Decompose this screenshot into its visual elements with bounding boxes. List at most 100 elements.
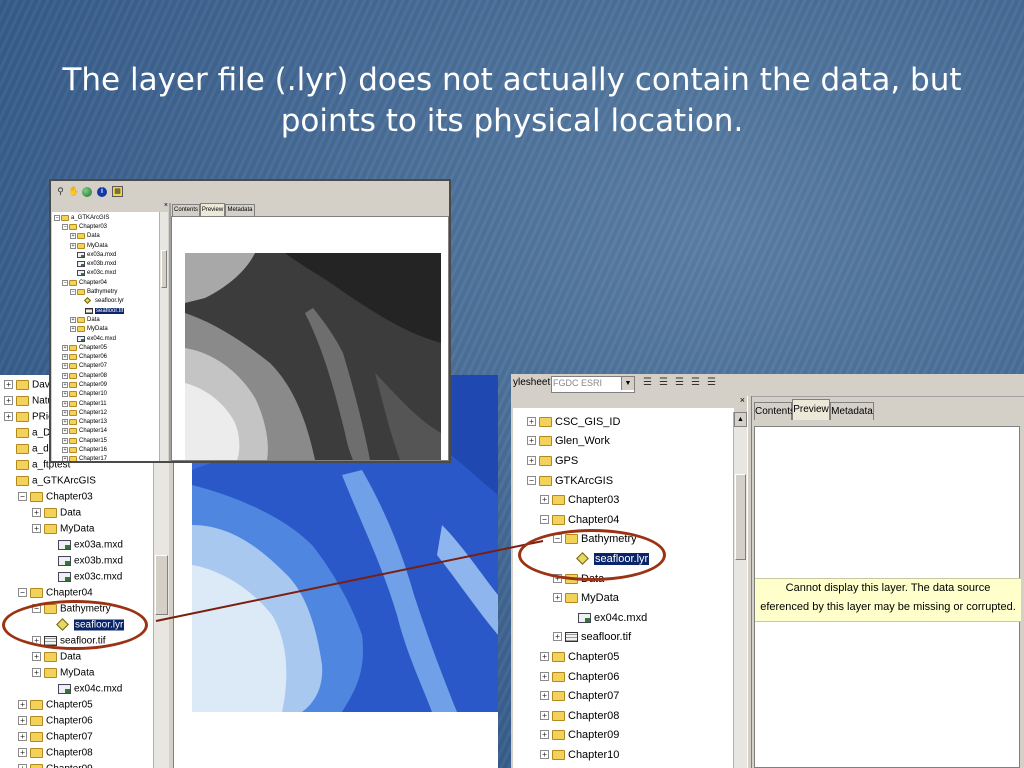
tree-scrollbar-thumb[interactable] [161, 250, 167, 288]
expand-icon[interactable]: + [32, 668, 41, 677]
globe-icon[interactable] [82, 187, 92, 197]
expand-icon[interactable]: + [18, 716, 27, 725]
collapse-icon[interactable]: − [62, 279, 68, 286]
tree-item[interactable]: + Chapter06 [0, 713, 153, 729]
scroll-up-arrow[interactable]: ▲ [734, 412, 747, 427]
tree-item[interactable]: ex03a.mxd [52, 250, 160, 259]
expand-icon[interactable]: + [4, 380, 13, 389]
tree-item[interactable]: + Glen_Work [513, 432, 734, 452]
expand-icon[interactable]: + [540, 710, 549, 720]
collapse-icon[interactable]: − [18, 492, 27, 501]
update-metadata-icon[interactable]: ☰ [673, 377, 686, 391]
collapse-icon[interactable]: − [70, 289, 76, 296]
tree-item[interactable]: ex03b.mxd [52, 259, 160, 268]
expand-icon[interactable]: + [70, 242, 76, 249]
tree-scrollbar-right[interactable]: ▲ [733, 412, 747, 768]
tree-item[interactable]: + GPS [513, 451, 734, 471]
expand-icon[interactable]: + [62, 456, 68, 461]
tree-item[interactable]: ex03c.mxd [0, 569, 153, 585]
collapse-icon[interactable]: − [540, 514, 549, 524]
tree-item[interactable]: + Chapter03 [513, 490, 734, 510]
close-icon[interactable]: × [740, 395, 745, 406]
tree-item[interactable]: + Chapter05 [52, 343, 160, 352]
tree-item[interactable]: − Chapter04 [513, 510, 734, 530]
tab-preview[interactable]: Preview [792, 399, 830, 420]
tree-item[interactable]: + Data [0, 649, 153, 665]
tree-item[interactable]: + Chapter07 [513, 686, 734, 706]
tree-item[interactable]: − a_GTKArcGIS [52, 213, 160, 222]
expand-icon[interactable]: + [527, 455, 536, 465]
tree-item[interactable]: + MyData [513, 588, 734, 608]
tree-item[interactable]: + Chapter11 [52, 399, 160, 408]
tree-item[interactable]: + Chapter09 [513, 726, 734, 746]
tree-item[interactable]: + Chapter13 [52, 418, 160, 427]
tree-item[interactable]: ex03a.mxd [0, 537, 153, 553]
tree-item[interactable]: + MyData [52, 325, 160, 334]
expand-icon[interactable]: + [18, 764, 27, 768]
expand-icon[interactable]: + [70, 233, 76, 240]
expand-icon[interactable]: + [527, 416, 536, 426]
tree-item[interactable]: + CSC_GIS_ID [513, 412, 734, 432]
tab-metadata[interactable]: Metadata [830, 402, 874, 420]
info-icon[interactable]: i [97, 187, 107, 197]
tree-item[interactable]: + MyData [0, 521, 153, 537]
tree-item[interactable]: + Chapter05 [513, 647, 734, 667]
expand-icon[interactable]: + [32, 652, 41, 661]
tree-item[interactable]: + MyData [52, 241, 160, 250]
tree-item[interactable]: − Chapter03 [0, 489, 153, 505]
expand-icon[interactable]: + [18, 748, 27, 757]
tree-item[interactable]: + Chapter16 [52, 445, 160, 454]
tree-item[interactable]: ex04c.mxd [513, 608, 734, 628]
close-icon[interactable]: × [164, 201, 168, 211]
tree-item[interactable]: ex04c.mxd [52, 334, 160, 343]
tab-contents[interactable]: Contents [172, 204, 200, 216]
tree-item[interactable]: + Data [0, 505, 153, 521]
expand-icon[interactable]: + [32, 508, 41, 517]
tree-item[interactable]: a_GTKArcGIS [0, 473, 153, 489]
export-metadata-icon[interactable]: ☰ [689, 377, 702, 391]
tree-item[interactable]: + Chapter17 [52, 455, 160, 461]
tree-item[interactable]: + Chapter07 [52, 362, 160, 371]
tree-item[interactable]: + MyData [0, 665, 153, 681]
expand-icon[interactable]: + [4, 396, 13, 405]
tree-item[interactable]: seafloor.lyr [52, 297, 160, 306]
expand-icon[interactable]: + [62, 419, 68, 426]
tree-item[interactable]: ex03b.mxd [0, 553, 153, 569]
properties-icon[interactable]: ☰ [657, 377, 670, 391]
expand-icon[interactable]: + [18, 732, 27, 741]
inset-tree-scrollbar[interactable] [159, 212, 168, 461]
expand-icon[interactable]: + [527, 436, 536, 446]
import-metadata-icon[interactable]: ☰ [705, 377, 718, 391]
tree-item[interactable]: − Chapter04 [0, 585, 153, 601]
pan-hand-icon[interactable]: ✋ [68, 186, 79, 197]
expand-icon[interactable]: + [62, 381, 68, 388]
tree-item[interactable]: + Chapter09 [0, 761, 153, 768]
tree-item[interactable]: + Chapter12 [52, 408, 160, 417]
expand-icon[interactable]: + [18, 700, 27, 709]
tree-item[interactable]: + Chapter15 [52, 436, 160, 445]
identify-icon[interactable]: ▦ [112, 186, 123, 197]
expand-icon[interactable]: + [62, 354, 68, 361]
tree-item[interactable]: + Data [52, 315, 160, 324]
tree-item[interactable]: + Data [52, 232, 160, 241]
tree-item[interactable]: + Chapter10 [513, 745, 734, 765]
expand-icon[interactable]: + [540, 495, 549, 505]
expand-icon[interactable]: + [70, 326, 76, 333]
tree-item[interactable]: + Chapter10 [52, 390, 160, 399]
tree-scrollbar-thumb[interactable] [735, 474, 746, 560]
expand-icon[interactable]: + [32, 524, 41, 533]
tree-item[interactable]: + seafloor.tif [513, 628, 734, 648]
expand-icon[interactable]: + [62, 437, 68, 444]
tree-item[interactable]: + Chapter09 [52, 380, 160, 389]
expand-icon[interactable]: + [540, 691, 549, 701]
tree-item[interactable]: − Chapter03 [52, 222, 160, 231]
expand-icon[interactable]: + [540, 730, 549, 740]
tab-metadata[interactable]: Metadata [225, 204, 255, 216]
tree-item[interactable]: + Chapter06 [52, 352, 160, 361]
zoom-icon[interactable]: ⚲ [55, 186, 66, 197]
splitter[interactable] [747, 396, 752, 768]
expand-icon[interactable]: + [553, 593, 562, 603]
tree-item[interactable]: + Chapter05 [0, 697, 153, 713]
expand-icon[interactable]: + [70, 316, 76, 323]
expand-icon[interactable]: + [62, 428, 68, 435]
